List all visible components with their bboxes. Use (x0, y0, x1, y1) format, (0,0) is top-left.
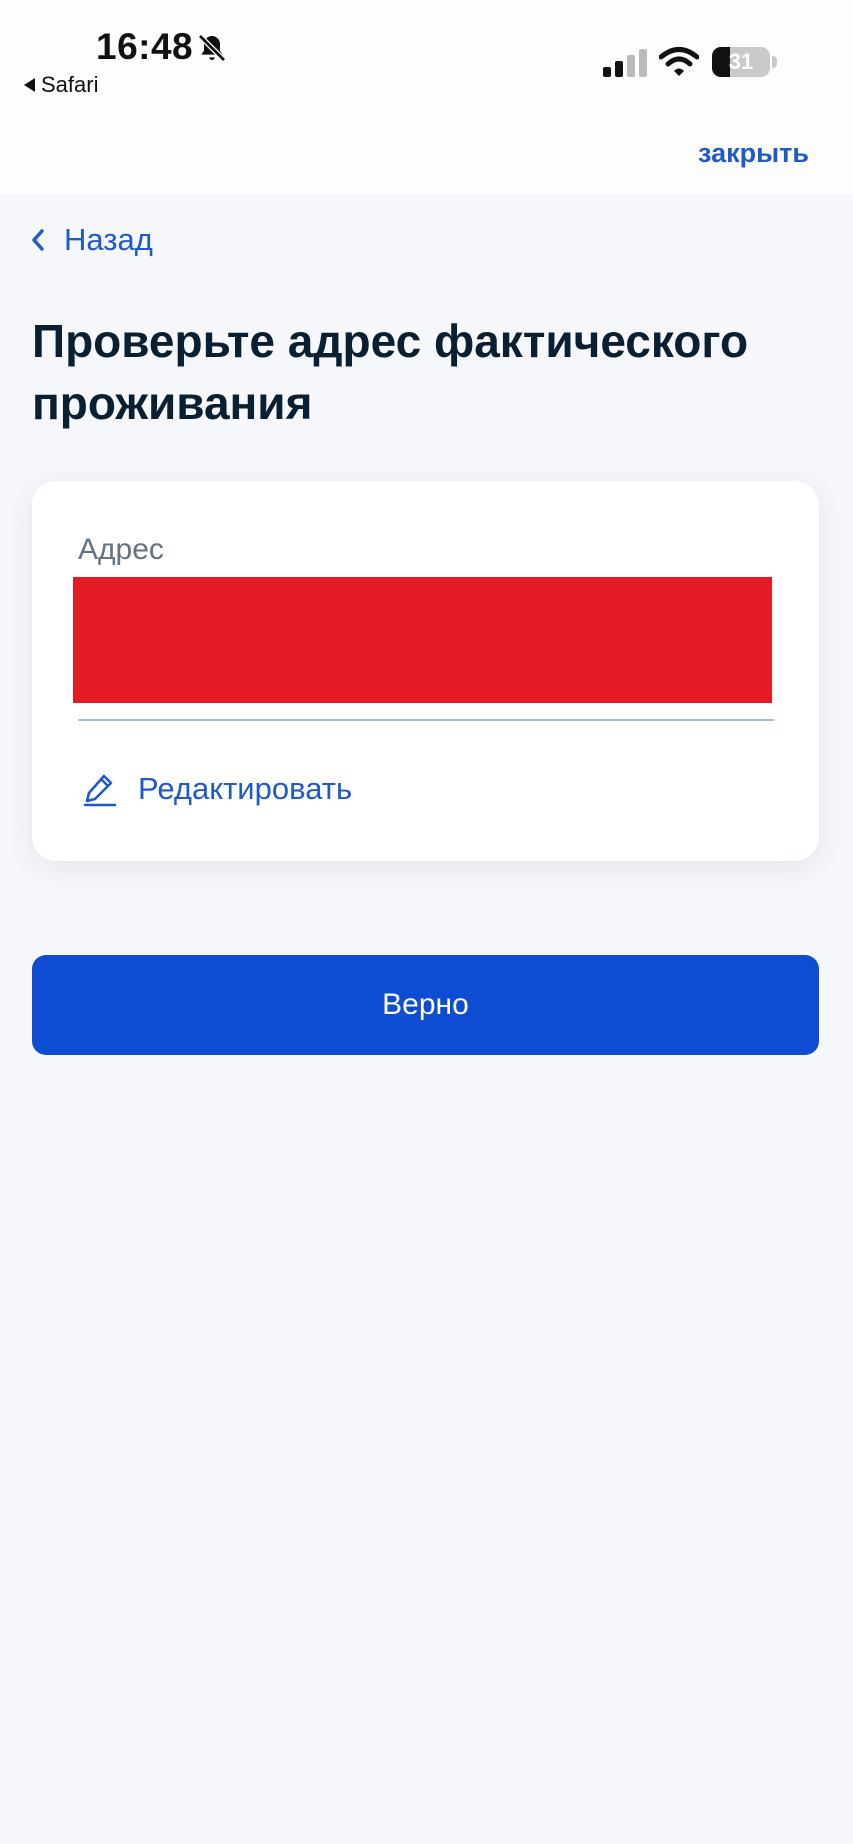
back-button[interactable]: Назад (30, 222, 153, 258)
pencil-icon (83, 774, 117, 807)
battery-level: 31 (728, 49, 754, 74)
chevron-left-icon (32, 229, 44, 251)
status-bar: 16:48 Safari 31 (0, 0, 853, 110)
address-card: Адрес Редактировать (32, 481, 819, 861)
address-label: Адрес (78, 533, 164, 566)
wifi-icon (659, 47, 699, 76)
edit-label: Редактировать (138, 771, 353, 806)
battery-cap (772, 56, 777, 68)
bell-slash-icon (198, 34, 226, 62)
back-app-label: Safari (41, 72, 99, 97)
back-to-app-link[interactable]: Safari (24, 72, 98, 98)
back-label: Назад (64, 222, 153, 257)
close-link[interactable]: закрыть (698, 138, 809, 169)
top-bar: закрыть (0, 110, 853, 194)
battery-icon: 31 (712, 47, 770, 77)
address-divider (78, 719, 774, 721)
edit-address-button[interactable]: Редактировать (82, 771, 352, 807)
address-value-redacted (73, 577, 772, 703)
page-title: Проверьте адрес фактического проживания (32, 315, 749, 429)
signal-icon (603, 49, 647, 77)
back-triangle-icon (24, 78, 35, 92)
status-time: 16:48 (96, 26, 194, 67)
confirm-button[interactable]: Верно (32, 955, 819, 1055)
